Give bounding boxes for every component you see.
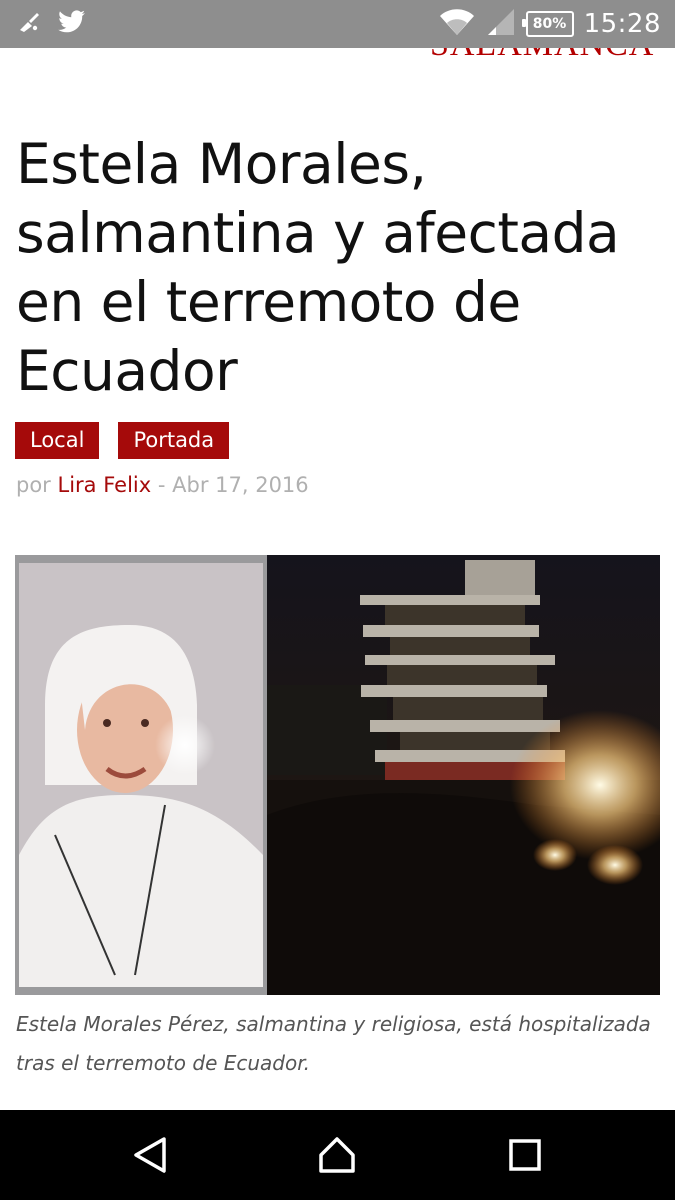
battery-percent: 80% bbox=[532, 16, 567, 32]
category-tag-local[interactable]: Local bbox=[15, 422, 100, 459]
category-tags: Local Portada bbox=[15, 422, 230, 459]
battery-indicator: 80% bbox=[521, 11, 574, 37]
home-button[interactable] bbox=[317, 1135, 357, 1175]
back-icon bbox=[134, 1137, 166, 1173]
recents-icon bbox=[509, 1139, 541, 1171]
clock: 15:28 bbox=[583, 9, 661, 39]
twitter-icon bbox=[58, 9, 86, 39]
author-link[interactable]: Lira Felix bbox=[58, 473, 152, 497]
status-bar: 80% 15:28 bbox=[0, 0, 675, 48]
category-tag-portada[interactable]: Portada bbox=[118, 422, 230, 459]
navigation-bar bbox=[0, 1110, 675, 1200]
wifi-icon bbox=[438, 7, 476, 42]
image-caption: Estela Morales Pérez, salmantina y relig… bbox=[16, 1012, 651, 1075]
publish-date: Abr 17, 2016 bbox=[172, 473, 309, 497]
byline-prefix: por bbox=[16, 473, 51, 497]
status-bar-system: 80% 15:28 bbox=[438, 6, 661, 42]
status-bar-notifications bbox=[18, 8, 86, 40]
recents-button[interactable] bbox=[505, 1135, 545, 1175]
back-button[interactable] bbox=[130, 1135, 170, 1175]
site-logo-text: SALAMANCA bbox=[430, 48, 654, 62]
battery-icon: 80% bbox=[521, 11, 574, 37]
article-photo-composite bbox=[15, 555, 660, 995]
article-byline: por Lira Felix - Abr 17, 2016 bbox=[16, 473, 309, 497]
broom-icon bbox=[18, 10, 42, 39]
home-icon bbox=[319, 1137, 355, 1173]
site-logo[interactable]: SALAMANCA bbox=[430, 48, 654, 62]
article-title: Estela Morales, salmantina y afectada en… bbox=[16, 132, 620, 403]
signal-icon bbox=[486, 7, 516, 42]
byline-separator: - bbox=[157, 473, 166, 497]
site-logo-strip: SALAMANCA bbox=[0, 48, 675, 62]
article-image[interactable] bbox=[15, 555, 660, 995]
